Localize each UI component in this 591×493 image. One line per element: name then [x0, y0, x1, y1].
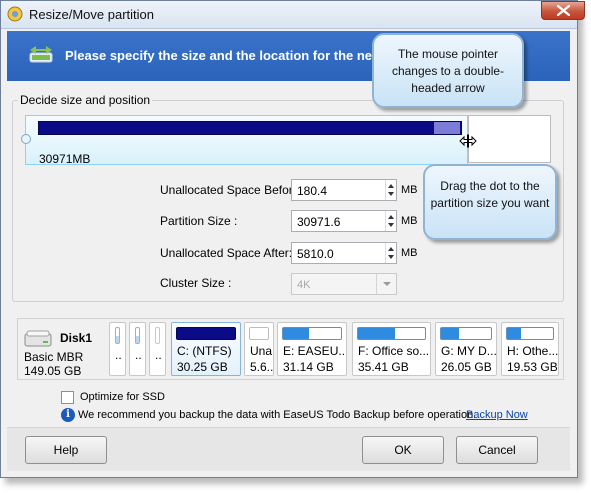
partition-usage-bar [440, 327, 492, 340]
partition-cell-h[interactable]: H: Othe... 19.53 GB [501, 322, 559, 376]
partition-ellipsis: .. [155, 348, 162, 362]
backup-now-link[interactable]: Backup Now [466, 409, 528, 421]
partition-usage-bar [135, 327, 140, 344]
left-resize-handle[interactable] [21, 134, 31, 144]
backup-recommendation: We recommend you backup the data with Ea… [78, 409, 477, 421]
partition-size-label: 30971MB [39, 152, 91, 166]
partition-size: 35.41 GB [358, 360, 409, 374]
small-partition-cell[interactable]: .. [109, 322, 126, 376]
close-button[interactable] [541, 1, 585, 20]
unallocated-after-input[interactable]: 5810.0 [291, 242, 397, 264]
unallocated-after-value: 5810.0 [297, 247, 334, 261]
unit-label: MB [401, 184, 418, 196]
cancel-button[interactable]: Cancel [456, 436, 538, 464]
partition-size: 31.14 GB [283, 360, 334, 374]
partition-usage-bar [282, 327, 342, 340]
unit-label: MB [401, 215, 418, 227]
unallocated-before-input[interactable]: 180.4 [291, 179, 397, 201]
info-icon: i [61, 408, 75, 422]
unallocated-before-spinner[interactable] [385, 180, 396, 200]
disk-type: Basic MBR [24, 350, 84, 364]
cluster-size-select[interactable]: 4K [291, 273, 397, 295]
chevron-down-icon[interactable] [376, 274, 396, 294]
close-icon [557, 5, 570, 16]
partition-size-field-label: Partition Size : [160, 214, 238, 228]
partition-cell-g[interactable]: G: MY D... 26.05 GB [435, 322, 497, 376]
partition-name: C: (NTFS) [177, 344, 232, 358]
cluster-size-value: 4K [297, 279, 311, 291]
app-icon [7, 6, 23, 22]
partition-size: 19.53 GB [507, 360, 558, 374]
small-partition-cell[interactable]: .. [149, 322, 166, 376]
used-space-bar [38, 121, 462, 135]
help-button[interactable]: Help [25, 436, 107, 464]
partition-name: F: Office so... [358, 344, 430, 358]
partition-size: 26.05 GB [441, 360, 492, 374]
ok-button[interactable]: OK [362, 436, 444, 464]
small-partition-cell[interactable]: .. [129, 322, 146, 376]
partition-usage-bar [249, 327, 269, 340]
header-instruction: Please specify the size and the location… [65, 48, 373, 63]
partition-cell-e[interactable]: E: EASEU... 31.14 GB [277, 322, 347, 376]
partition-size: 5.6... [250, 360, 274, 374]
partition-cell-c[interactable]: C: (NTFS) 30.25 GB [171, 322, 241, 376]
partition-size-value: 30971.6 [297, 215, 341, 229]
optimize-ssd-label[interactable]: Optimize for SSD [80, 391, 165, 403]
group-label: Decide size and position [18, 93, 153, 107]
selected-partition-block[interactable]: 30971MB [25, 115, 468, 166]
partition-name: H: Othe... [507, 344, 559, 358]
partition-name: G: MY D... [441, 344, 497, 358]
hard-disk-icon [24, 330, 52, 347]
partition-usage-bar [115, 327, 120, 344]
double-arrow-cursor-icon [459, 134, 477, 148]
unallocated-after-block [468, 115, 551, 163]
partition-ellipsis: .. [115, 348, 122, 362]
unallocated-before-value: 180.4 [297, 184, 328, 198]
partition-name: E: EASEU... [283, 344, 347, 358]
window-title: Resize/Move partition [29, 7, 154, 22]
cluster-size-label: Cluster Size : [160, 276, 232, 290]
unallocated-after-spinner[interactable] [385, 243, 396, 263]
partition-usage-bar [176, 327, 236, 340]
resize-partition-icon [29, 46, 53, 63]
disk-capacity: 149.05 GB [24, 364, 82, 378]
disk-name: Disk1 [60, 331, 93, 345]
partition-size: 30.25 GB [177, 360, 228, 374]
pointer-callout: The mouse pointer changes to a double-he… [372, 33, 524, 108]
partition-usage-bar [155, 327, 160, 344]
unit-label: MB [401, 247, 418, 259]
partition-size-input[interactable]: 30971.6 [291, 210, 397, 232]
partition-cell-f[interactable]: F: Office so... 35.41 GB [352, 322, 431, 376]
drag-callout: Drag the dot to the partition size you w… [423, 164, 557, 240]
unallocated-before-label: Unallocated Space Before: [160, 183, 303, 197]
optimize-ssd-checkbox[interactable] [61, 391, 74, 404]
unallocated-after-label: Unallocated Space After: [160, 246, 293, 260]
partition-usage-bar [506, 327, 554, 340]
partition-size-spinner[interactable] [385, 211, 396, 231]
partition-cell-unallocated[interactable]: Una... 5.6... [244, 322, 274, 376]
partition-usage-bar [357, 327, 426, 340]
partition-ellipsis: .. [135, 348, 142, 362]
partition-name: Una... [250, 344, 273, 358]
used-space-bar-end [434, 122, 460, 134]
